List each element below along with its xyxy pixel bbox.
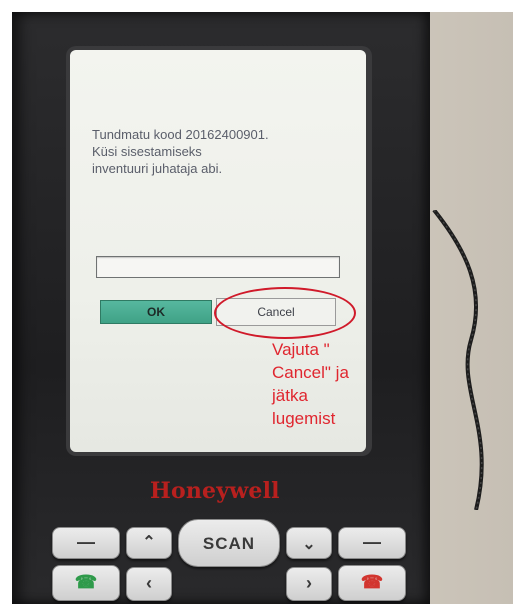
annotation-line: Cancel" ja — [272, 363, 349, 382]
photo: Tundmatu kood 20162400901. Küsi sisestam… — [0, 0, 513, 604]
ok-button[interactable]: OK — [100, 300, 212, 324]
dash-icon: — — [363, 532, 381, 552]
dash-icon: — — [77, 532, 95, 552]
soft-left-key[interactable]: — — [52, 527, 120, 559]
annotation-line: lugemist — [272, 409, 336, 428]
chevron-up-icon: ⌃ — [142, 534, 156, 551]
scan-label: SCAN — [202, 534, 256, 553]
call-key[interactable]: ☎ — [52, 565, 120, 601]
left-key[interactable]: ‹ — [126, 567, 172, 601]
up-key[interactable]: ⌃ — [126, 527, 172, 559]
message-line: Tundmatu kood 20162400901. — [92, 127, 269, 142]
chevron-left-icon: ‹ — [146, 573, 152, 593]
annotation-line: Vajuta " — [272, 340, 330, 359]
message-line: Küsi sisestamiseks — [92, 144, 202, 159]
message-line: inventuuri juhataja abi. — [92, 161, 223, 176]
end-key[interactable]: ☎ — [338, 565, 406, 601]
chevron-down-icon: ⌄ — [302, 536, 316, 553]
down-key[interactable]: ⌄ — [286, 527, 332, 559]
phone-call-icon: ☎ — [74, 572, 98, 592]
scan-key[interactable]: SCAN — [178, 519, 280, 567]
brand-logo: Honeywell — [150, 478, 280, 504]
annotation-circle — [214, 287, 356, 339]
device-cable — [432, 210, 484, 510]
right-key[interactable]: › — [286, 567, 332, 601]
soft-right-key[interactable]: — — [338, 527, 406, 559]
chevron-right-icon: › — [306, 573, 312, 593]
error-message: Tundmatu kood 20162400901. Küsi sisestam… — [92, 126, 352, 177]
phone-end-icon: ☎ — [360, 572, 384, 592]
code-input[interactable] — [96, 256, 340, 278]
keypad: — ⌃ SCAN ⌄ — ☎ ‹ › ☎ — [40, 505, 420, 604]
annotation-text: Vajuta " Cancel" ja jätka lugemist — [272, 338, 362, 430]
annotation-line: jätka — [272, 386, 308, 405]
